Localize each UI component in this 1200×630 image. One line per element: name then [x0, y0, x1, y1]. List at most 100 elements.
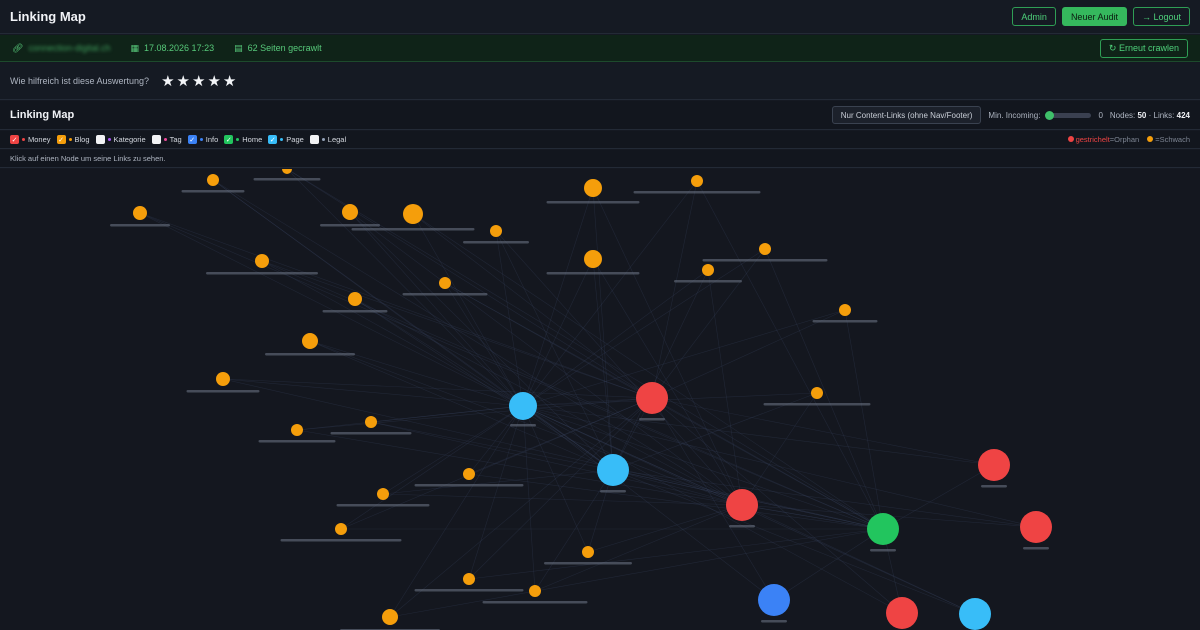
slider-knob[interactable] — [1045, 110, 1055, 120]
graph-node-blog[interactable] — [253, 169, 321, 181]
linking-graph[interactable] — [0, 169, 1200, 630]
graph-node-circle[interactable] — [959, 598, 991, 630]
graph-node-home[interactable] — [867, 513, 899, 552]
graph-node-blog[interactable] — [414, 468, 524, 487]
graph-canvas[interactable] — [0, 169, 1200, 630]
graph-node-circle[interactable] — [342, 204, 358, 220]
graph-node-blog[interactable] — [812, 304, 878, 323]
graph-node-page[interactable] — [597, 454, 629, 493]
graph-node-blog[interactable] — [763, 387, 871, 406]
graph-node-blog[interactable] — [320, 204, 380, 227]
filter-checkbox[interactable] — [95, 135, 105, 144]
graph-node-blog[interactable] — [482, 585, 588, 604]
graph-node-blog[interactable] — [674, 264, 742, 283]
graph-node-label — [402, 293, 488, 296]
graph-node-circle[interactable] — [1020, 511, 1052, 543]
graph-node-blog[interactable] — [402, 277, 488, 296]
filter-home[interactable]: ✓ Home — [224, 135, 262, 144]
star-icon[interactable]: ★ — [161, 74, 174, 89]
filter-kategorie[interactable]: Kategorie — [95, 135, 146, 144]
graph-node-money[interactable] — [636, 382, 668, 421]
graph-node-circle[interactable] — [582, 546, 594, 558]
logout-button[interactable]: → Logout — [1132, 7, 1190, 26]
graph-node-circle[interactable] — [584, 250, 602, 268]
graph-node-circle[interactable] — [811, 387, 823, 399]
graph-node-circle[interactable] — [867, 513, 899, 545]
graph-node-blog[interactable] — [546, 250, 640, 275]
graph-node-blog[interactable] — [280, 523, 402, 542]
min-incoming-slider[interactable] — [1045, 110, 1092, 120]
graph-node-circle[interactable] — [636, 382, 668, 414]
graph-node-circle[interactable] — [758, 584, 790, 616]
graph-node-circle[interactable] — [463, 573, 475, 585]
graph-node-money[interactable] — [886, 597, 918, 630]
graph-node-blog[interactable] — [463, 225, 529, 244]
graph-node-circle[interactable] — [529, 585, 541, 597]
graph-node-circle[interactable] — [597, 454, 629, 486]
star-icon[interactable]: ★ — [207, 74, 220, 89]
graph-node-blog[interactable] — [702, 243, 828, 262]
graph-node-circle[interactable] — [490, 225, 502, 237]
graph-node-money[interactable] — [978, 449, 1010, 488]
graph-node-circle[interactable] — [133, 206, 147, 220]
graph-node-blog[interactable] — [633, 175, 761, 194]
graph-node-circle[interactable] — [216, 372, 230, 386]
star-icon[interactable]: ★ — [192, 74, 205, 89]
graph-node-circle[interactable] — [382, 609, 398, 625]
graph-node-circle[interactable] — [584, 179, 602, 197]
star-icon[interactable]: ★ — [223, 74, 236, 89]
graph-node-circle[interactable] — [463, 468, 475, 480]
graph-node-circle[interactable] — [702, 264, 714, 276]
filter-checkbox[interactable] — [309, 135, 319, 144]
graph-node-blog[interactable] — [351, 204, 475, 231]
graph-node-circle[interactable] — [291, 424, 303, 436]
graph-node-blog[interactable] — [544, 546, 632, 565]
filter-checkbox[interactable] — [151, 135, 161, 144]
graph-node-blog[interactable] — [265, 333, 355, 356]
recrawl-button[interactable]: ↻ Erneut crawlen — [1099, 38, 1188, 58]
new-audit-button[interactable]: Neuer Audit — [1061, 7, 1127, 26]
graph-node-circle[interactable] — [207, 174, 219, 186]
graph-node-circle[interactable] — [282, 169, 292, 174]
graph-node-circle[interactable] — [978, 449, 1010, 481]
graph-node-circle[interactable] — [255, 254, 269, 268]
graph-node-money[interactable] — [1020, 511, 1052, 550]
graph-node-circle[interactable] — [509, 392, 537, 420]
filter-checkbox[interactable]: ✓ — [56, 135, 66, 144]
graph-node-blog[interactable] — [414, 573, 524, 592]
graph-node-circle[interactable] — [691, 175, 703, 187]
graph-node-blog[interactable] — [181, 174, 245, 193]
admin-button[interactable]: Admin — [1012, 7, 1056, 26]
filter-page[interactable]: ✓ Page — [268, 135, 304, 144]
graph-node-page[interactable] — [959, 598, 991, 630]
filter-tag[interactable]: Tag — [151, 135, 182, 144]
filter-blog[interactable]: ✓ Blog — [56, 135, 90, 144]
graph-node-circle[interactable] — [348, 292, 362, 306]
filter-checkbox[interactable]: ✓ — [10, 135, 19, 144]
filter-info[interactable]: ✓ Info — [187, 135, 218, 144]
filter-checkbox[interactable]: ✓ — [187, 135, 197, 144]
filter-legal[interactable]: Legal — [309, 135, 346, 144]
graph-node-blog[interactable] — [546, 179, 640, 204]
filter-checkbox[interactable]: ✓ — [224, 135, 234, 144]
filter-money[interactable]: ✓ Money — [10, 135, 51, 144]
graph-node-blog[interactable] — [186, 372, 260, 393]
graph-node-blog[interactable] — [258, 424, 336, 443]
content-links-toggle[interactable]: Nur Content-Links (ohne Nav/Footer) — [831, 106, 982, 124]
graph-node-circle[interactable] — [759, 243, 771, 255]
filter-checkbox[interactable]: ✓ — [268, 135, 278, 144]
graph-node-circle[interactable] — [377, 488, 389, 500]
graph-node-circle[interactable] — [365, 416, 377, 428]
graph-node-circle[interactable] — [335, 523, 347, 535]
graph-node-info[interactable] — [758, 584, 790, 623]
graph-node-circle[interactable] — [726, 489, 758, 521]
graph-node-circle[interactable] — [302, 333, 318, 349]
graph-node-label — [265, 353, 355, 356]
graph-node-circle[interactable] — [403, 204, 423, 224]
graph-node-circle[interactable] — [439, 277, 451, 289]
graph-node-circle[interactable] — [839, 304, 851, 316]
graph-node-circle[interactable] — [886, 597, 918, 629]
graph-node-blog[interactable] — [340, 609, 440, 630]
star-icon[interactable]: ★ — [177, 74, 190, 89]
graph-node-money[interactable] — [726, 489, 758, 528]
